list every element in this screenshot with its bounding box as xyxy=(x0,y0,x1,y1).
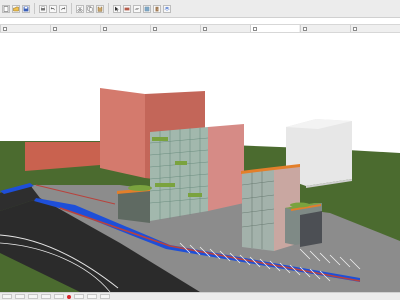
tab-4[interactable] xyxy=(150,25,199,32)
status-item[interactable] xyxy=(87,294,97,299)
glass-tower-side xyxy=(208,124,244,211)
select-icon[interactable] xyxy=(113,4,121,13)
slab-icon[interactable] xyxy=(133,4,141,13)
brick-tower xyxy=(100,88,145,178)
3d-scene[interactable] xyxy=(0,33,400,292)
paste-icon[interactable] xyxy=(96,4,104,13)
record-indicator-icon xyxy=(67,294,71,299)
3d-viewport[interactable] xyxy=(0,33,400,292)
door-icon[interactable] xyxy=(153,4,161,13)
tab-icon xyxy=(53,26,57,31)
open-icon[interactable] xyxy=(12,4,20,13)
cut-icon[interactable] xyxy=(76,4,84,13)
status-item[interactable] xyxy=(54,294,64,299)
copy-icon[interactable] xyxy=(86,4,94,13)
tab-icon xyxy=(253,26,257,31)
tab-icon xyxy=(3,26,7,31)
toolbar-separator xyxy=(108,3,109,14)
redo-icon[interactable] xyxy=(59,4,67,13)
new-icon[interactable] xyxy=(2,4,10,13)
status-item[interactable] xyxy=(100,294,110,299)
tab-icon xyxy=(103,26,107,31)
planter xyxy=(128,185,152,191)
low-wing-side xyxy=(300,211,322,247)
print-icon[interactable] xyxy=(39,4,47,13)
tab-5[interactable] xyxy=(200,25,249,32)
tab-2[interactable] xyxy=(50,25,99,32)
layers-icon[interactable] xyxy=(163,4,171,13)
tab-6-active[interactable] xyxy=(250,25,299,32)
status-item[interactable] xyxy=(2,294,12,299)
status-item[interactable] xyxy=(28,294,38,299)
tab-bar xyxy=(0,24,400,33)
toolbar-separator xyxy=(34,3,35,14)
podium xyxy=(118,190,150,223)
tab-icon xyxy=(303,26,307,31)
undo-icon[interactable] xyxy=(49,4,57,13)
tab-8[interactable] xyxy=(350,25,399,32)
toolbar-separator xyxy=(71,3,72,14)
status-item[interactable] xyxy=(74,294,84,299)
status-bar xyxy=(0,292,400,300)
toolbar xyxy=(0,0,400,18)
window-icon[interactable] xyxy=(143,4,151,13)
tab-icon xyxy=(203,26,207,31)
tab-1[interactable] xyxy=(0,25,49,32)
status-item[interactable] xyxy=(15,294,25,299)
wall-icon[interactable] xyxy=(123,4,131,13)
tab-3[interactable] xyxy=(100,25,149,32)
tab-icon xyxy=(153,26,157,31)
status-item[interactable] xyxy=(41,294,51,299)
planter xyxy=(290,202,310,208)
glass-tower xyxy=(150,127,208,221)
tab-icon xyxy=(353,26,357,31)
save-icon[interactable] xyxy=(22,4,30,13)
tab-7[interactable] xyxy=(300,25,349,32)
